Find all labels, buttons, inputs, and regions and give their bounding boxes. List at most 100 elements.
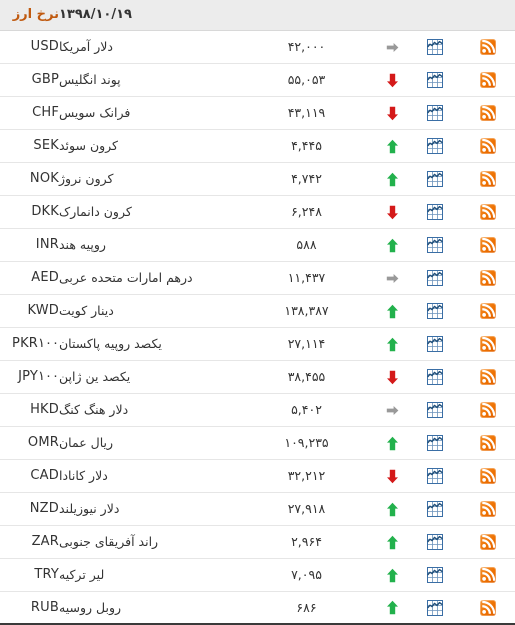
rss-cell[interactable]: [460, 557, 515, 591]
rss-icon[interactable]: [479, 467, 496, 484]
arrow-up-icon: [386, 600, 399, 615]
chart-cell[interactable]: [410, 491, 460, 525]
chart-icon[interactable]: [427, 335, 443, 352]
rss-icon[interactable]: [479, 137, 496, 154]
value-cell: ۴۲,۰۰۰: [239, 29, 374, 63]
chart-icon[interactable]: [427, 533, 443, 550]
rss-icon[interactable]: [479, 368, 496, 385]
chart-cell[interactable]: [410, 590, 460, 624]
rss-icon[interactable]: [479, 434, 496, 451]
rss-icon[interactable]: [479, 533, 496, 550]
value-cell: ۷,۰۹۵: [239, 557, 374, 591]
chart-icon[interactable]: [427, 137, 443, 154]
chart-icon[interactable]: [427, 368, 443, 385]
chart-cell[interactable]: [410, 29, 460, 63]
rss-icon[interactable]: [479, 500, 496, 517]
rss-icon[interactable]: [479, 599, 496, 616]
code-cell: INR: [0, 227, 59, 261]
rss-icon[interactable]: [479, 236, 496, 253]
rss-icon[interactable]: [479, 38, 496, 55]
chart-icon[interactable]: [427, 170, 443, 187]
code-cell: CHF: [0, 95, 59, 129]
currency-value: ۴,۷۴۲: [291, 171, 322, 186]
name-cell: یکصد ین ژاپن: [59, 359, 239, 393]
rss-cell[interactable]: [460, 62, 515, 96]
chart-icon[interactable]: [427, 500, 443, 517]
chart-cell[interactable]: [410, 95, 460, 129]
chart-cell[interactable]: [410, 260, 460, 294]
rss-cell[interactable]: [460, 260, 515, 294]
rss-cell[interactable]: [460, 194, 515, 228]
chart-icon[interactable]: [427, 71, 443, 88]
currency-name: کرون دانمارک: [59, 204, 132, 219]
chart-icon[interactable]: [427, 467, 443, 484]
rss-cell[interactable]: [460, 590, 515, 624]
rss-cell[interactable]: [460, 227, 515, 261]
header-rss-column: [460, 0, 515, 30]
currency-code: AED: [31, 270, 59, 285]
rss-icon[interactable]: [479, 335, 496, 352]
code-cell: KWD: [0, 293, 59, 327]
chart-cell[interactable]: [410, 425, 460, 459]
rss-icon[interactable]: [479, 401, 496, 418]
rss-icon[interactable]: [479, 302, 496, 319]
rss-cell[interactable]: [460, 491, 515, 525]
chart-icon[interactable]: [427, 302, 443, 319]
name-cell: دینار کویت: [59, 293, 239, 327]
chart-icon[interactable]: [427, 434, 443, 451]
rss-icon[interactable]: [479, 170, 496, 187]
chart-cell[interactable]: [410, 359, 460, 393]
rss-cell[interactable]: [460, 161, 515, 195]
rss-icon[interactable]: [479, 269, 496, 286]
currency-value: ۶,۲۴۸: [291, 204, 322, 219]
rss-cell[interactable]: [460, 425, 515, 459]
rss-cell[interactable]: [460, 29, 515, 63]
chart-icon[interactable]: [427, 269, 443, 286]
chart-cell[interactable]: [410, 227, 460, 261]
value-cell: ۴,۴۴۵: [239, 128, 374, 162]
arrow-down-icon: [386, 370, 399, 385]
rss-cell[interactable]: [460, 95, 515, 129]
chart-cell[interactable]: [410, 326, 460, 360]
rss-cell[interactable]: [460, 524, 515, 558]
chart-cell[interactable]: [410, 458, 460, 492]
currency-value: ۷,۰۹۵: [291, 567, 322, 582]
code-cell: RUB: [0, 590, 59, 624]
value-cell: ۳۲,۲۱۲: [239, 458, 374, 492]
chart-icon[interactable]: [427, 236, 443, 253]
currency-value: ۴۲,۰۰۰: [287, 39, 326, 54]
rss-cell[interactable]: [460, 359, 515, 393]
rss-icon[interactable]: [479, 566, 496, 583]
chart-cell[interactable]: [410, 293, 460, 327]
value-cell: ۵,۴۰۲: [239, 392, 374, 426]
chart-cell[interactable]: [410, 524, 460, 558]
chart-icon[interactable]: [427, 566, 443, 583]
rss-cell[interactable]: [460, 392, 515, 426]
rss-icon[interactable]: [479, 203, 496, 220]
value-cell: ۶,۲۴۸: [239, 194, 374, 228]
chart-cell[interactable]: [410, 161, 460, 195]
rss-cell[interactable]: [460, 293, 515, 327]
currency-code: NZD: [29, 501, 59, 516]
chart-cell[interactable]: [410, 194, 460, 228]
code-cell: NOK: [0, 161, 59, 195]
chart-icon[interactable]: [427, 104, 443, 121]
rss-icon[interactable]: [479, 104, 496, 121]
table-row: ۴,۴۴۵ کرون سوئد SEK: [0, 128, 515, 162]
chart-icon[interactable]: [427, 38, 443, 55]
chart-icon[interactable]: [427, 599, 443, 616]
rss-cell[interactable]: [460, 128, 515, 162]
chart-cell[interactable]: [410, 392, 460, 426]
chart-icon[interactable]: [427, 401, 443, 418]
chart-cell[interactable]: [410, 557, 460, 591]
trend-cell: [374, 95, 410, 129]
table-row: ۴,۷۴۲ کرون نروژ NOK: [0, 161, 515, 195]
rss-cell[interactable]: [460, 326, 515, 360]
rss-cell[interactable]: [460, 458, 515, 492]
chart-cell[interactable]: [410, 128, 460, 162]
chart-icon[interactable]: [427, 203, 443, 220]
chart-cell[interactable]: [410, 62, 460, 96]
header-value-column: [239, 0, 374, 30]
rss-icon[interactable]: [479, 71, 496, 88]
arrow-flat-icon: [386, 271, 399, 286]
